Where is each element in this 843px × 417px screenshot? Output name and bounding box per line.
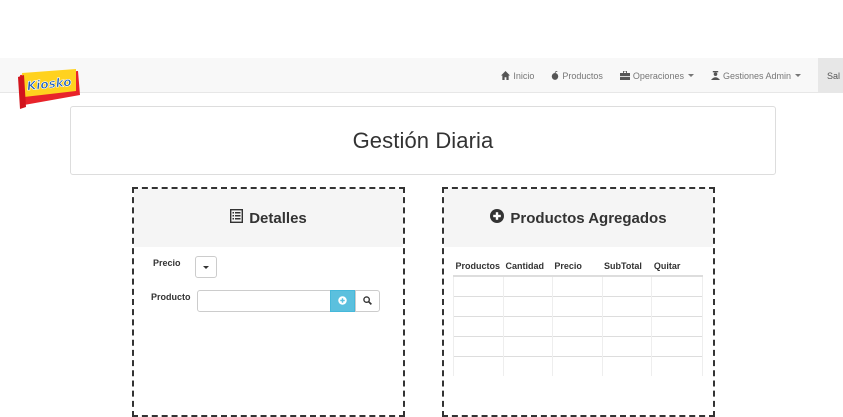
nav-item-label: Gestiones Admin — [722, 70, 791, 81]
detalles-header: Detalles — [134, 189, 403, 247]
nav-item-inicio[interactable]: Inicio — [501, 71, 534, 81]
table-cell — [552, 295, 603, 316]
table-cell — [602, 355, 653, 376]
apple-icon — [551, 71, 559, 80]
kiosko-logo[interactable]: Kiosko — [14, 67, 84, 111]
title-panel: Gestión Diaria — [70, 106, 776, 175]
productos-agregados-panel: Productos Agregados Productos Cantidad P… — [442, 187, 715, 417]
table-cell — [453, 355, 504, 376]
table-cell — [453, 315, 504, 336]
table-cell — [503, 355, 553, 376]
table-cell — [453, 275, 504, 296]
table-row — [453, 355, 703, 376]
table-cell — [602, 335, 653, 356]
search-product-button[interactable] — [355, 290, 380, 312]
plus-circle-icon — [490, 209, 505, 227]
column-header-cantidad: Cantidad — [503, 256, 553, 277]
productos-agregados-header: Productos Agregados — [444, 189, 713, 247]
producto-label: Producto — [151, 292, 191, 302]
table-row — [453, 275, 703, 296]
chevron-down-icon — [795, 74, 801, 77]
column-header-quitar: Quitar — [651, 256, 703, 277]
column-header-subtotal: SubTotal — [602, 256, 652, 277]
table-cell — [651, 275, 703, 296]
nav-menu: Inicio Productos Operaciones Gestiones A… — [501, 58, 843, 93]
detalles-heading: Detalles — [249, 209, 307, 227]
table-cell — [552, 335, 603, 356]
producto-input[interactable] — [197, 290, 331, 312]
table-cell — [651, 315, 703, 336]
column-header-productos: Productos — [453, 256, 504, 277]
table-row — [453, 335, 703, 356]
table-cell — [503, 275, 553, 296]
nav-item-label: Productos — [562, 70, 603, 81]
nav-item-salir[interactable]: Sal — [818, 58, 843, 93]
briefcase-icon — [619, 71, 630, 80]
table-cell — [651, 335, 703, 356]
table-cell — [552, 275, 603, 296]
table-cell — [503, 295, 553, 316]
nav-item-productos[interactable]: Productos — [551, 71, 603, 81]
add-product-button[interactable] — [330, 290, 355, 312]
table-cell — [602, 275, 653, 296]
precio-label: Precio — [153, 258, 181, 268]
nav-item-gestiones-admin[interactable]: Gestiones Admin — [710, 70, 801, 81]
nav-item-operaciones[interactable]: Operaciones — [619, 70, 694, 81]
chevron-down-icon — [687, 74, 694, 77]
plus-circle-icon — [338, 292, 347, 310]
table-row — [453, 315, 703, 336]
table-cell — [453, 295, 504, 316]
table-cell — [602, 315, 653, 336]
page-title: Gestión Diaria — [352, 127, 494, 153]
table-cell — [503, 335, 553, 356]
table-cell — [503, 315, 553, 336]
table-cell — [552, 315, 603, 336]
table-row — [453, 295, 703, 316]
precio-dropdown[interactable] — [195, 256, 217, 278]
productos-table: Productos Cantidad Precio SubTotal Quita… — [453, 256, 703, 376]
nav-item-label: Sal — [827, 70, 841, 81]
chevron-down-icon — [203, 265, 209, 269]
table-cell — [602, 295, 653, 316]
table-cell — [453, 335, 504, 356]
search-icon — [363, 292, 372, 310]
nav-item-label: Inicio — [513, 70, 535, 81]
user-icon — [710, 71, 720, 80]
list-icon — [230, 208, 244, 227]
table-cell — [651, 295, 703, 316]
home-icon — [501, 71, 511, 80]
table-header-row: Productos Cantidad Precio SubTotal Quita… — [453, 256, 703, 277]
detalles-panel: Detalles Precio Producto — [132, 187, 405, 417]
nav-item-label: Operaciones — [632, 70, 684, 81]
table-cell — [651, 355, 703, 376]
column-header-precio: Precio — [552, 256, 602, 277]
table-cell — [552, 355, 603, 376]
productos-agregados-heading: Productos Agregados — [510, 209, 667, 227]
